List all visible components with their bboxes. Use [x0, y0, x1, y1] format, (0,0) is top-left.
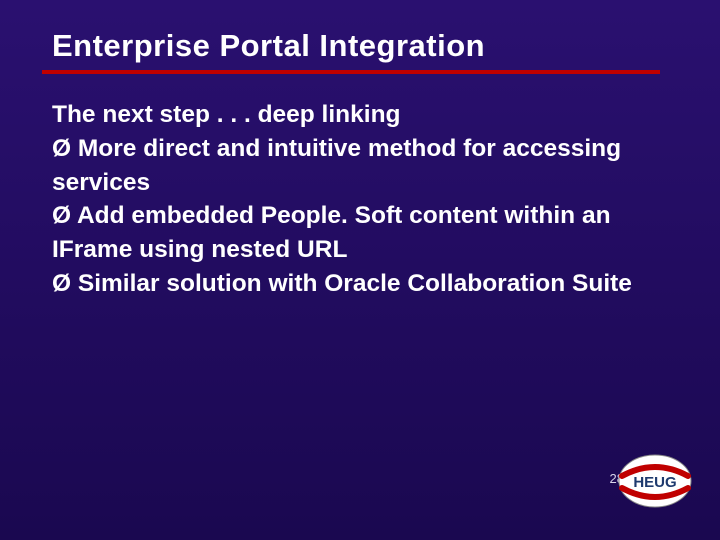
lead-text: The next step . . . deep linking — [52, 98, 684, 132]
bullet-item-2: Ø Add embedded People. Soft content with… — [52, 199, 684, 267]
bullet-text: More direct and intuitive method for acc… — [52, 135, 621, 196]
bullet-item-1: Ø More direct and intuitive method for a… — [52, 132, 684, 200]
bullet-text: Add embedded People. Soft content within… — [52, 202, 611, 263]
slide-title: Enterprise Portal Integration — [52, 28, 684, 64]
slide-body: The next step . . . deep linking Ø More … — [52, 98, 684, 301]
title-underline — [42, 70, 660, 74]
bullet-marker-icon: Ø — [52, 202, 71, 229]
slide: Enterprise Portal Integration The next s… — [0, 0, 720, 540]
bullet-text: Similar solution with Oracle Collaborati… — [78, 270, 632, 297]
bullet-item-3: Ø Similar solution with Oracle Collabora… — [52, 267, 684, 301]
bullet-marker-icon: Ø — [52, 270, 71, 297]
logo-heug: HEUG — [616, 452, 694, 510]
bullet-marker-icon: Ø — [52, 135, 71, 162]
logo-text: HEUG — [633, 474, 676, 491]
